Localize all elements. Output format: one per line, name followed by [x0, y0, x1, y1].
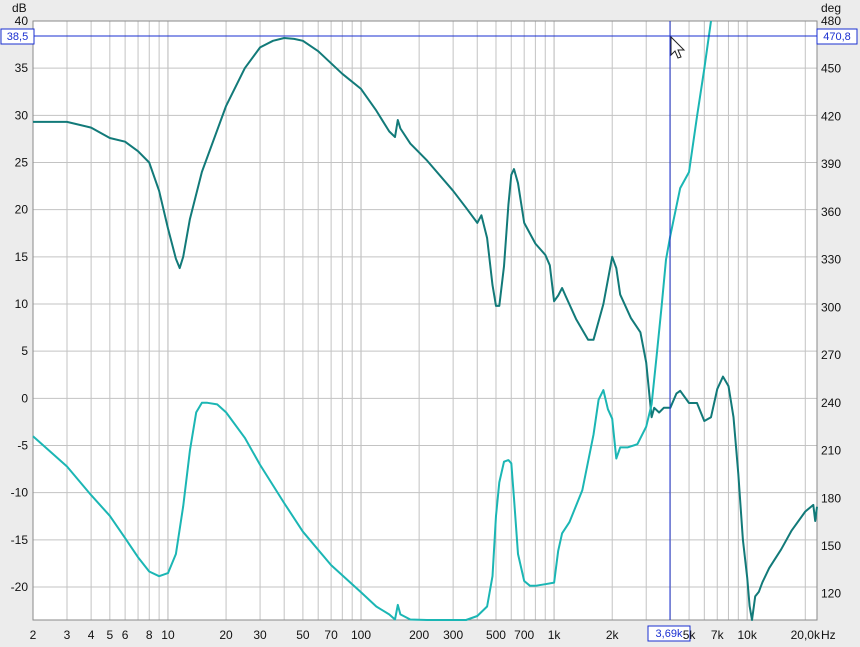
x-tick-label: 20,0k [791, 628, 821, 642]
y-left-tick-label: 35 [15, 61, 29, 75]
y-left-tick-label: 20 [15, 203, 29, 217]
y-left-tick-label: 30 [15, 108, 29, 122]
y-left-tick-label: -15 [11, 533, 29, 547]
y-right-tick-label: 300 [821, 300, 841, 314]
x-tick-label: 10k [737, 628, 757, 642]
x-tick-label: 20 [219, 628, 233, 642]
x-tick-label: 2k [606, 628, 620, 642]
x-tick-label: 7k [711, 628, 725, 642]
x-tick-label: 50 [296, 628, 310, 642]
y-right-tick-label: 450 [821, 62, 841, 76]
y-right-tick-label: 330 [821, 253, 841, 267]
x-tick-label: 200 [409, 628, 429, 642]
x-tick-label: 30 [253, 628, 267, 642]
x-tick-label: 100 [351, 628, 371, 642]
y-right-tick-label: 120 [821, 587, 841, 601]
x-tick-label: 3 [64, 628, 71, 642]
y-right-tick-label: 360 [821, 205, 841, 219]
y-right-tick-label: 150 [821, 539, 841, 553]
y-right-tick-label: 270 [821, 348, 841, 362]
cursor-left-readout: 38,5 [7, 31, 28, 43]
cursor-x-readout: 3,69k [656, 628, 683, 640]
y-left-tick-label: 10 [15, 297, 29, 311]
plot-area[interactable] [33, 21, 817, 620]
y-left-tick-label: 25 [15, 155, 29, 169]
y-left-tick-label: 15 [15, 250, 29, 264]
x-tick-label: 5 [106, 628, 113, 642]
y-right-tick-label: 420 [821, 109, 841, 123]
y-left-tick-label: 0 [21, 391, 28, 405]
x-tick-label: 2 [30, 628, 37, 642]
y-right-tick-label: 390 [821, 157, 841, 171]
frequency-response-chart[interactable]: 38,5 470,83,69k 4035302520151050-5-10-15-… [0, 0, 860, 647]
x-tick-label: 10 [161, 628, 175, 642]
y-left-tick-label: -5 [17, 438, 28, 452]
x-unit: Hz [821, 628, 836, 642]
x-tick-label: 8 [146, 628, 153, 642]
x-tick-label: 70 [324, 628, 338, 642]
x-tick-label: 300 [443, 628, 463, 642]
x-tick-label: 5k [683, 628, 697, 642]
y-right-tick-label: 180 [821, 491, 841, 505]
y-right-unit: deg [821, 1, 841, 15]
y-left-unit: dB [12, 1, 27, 15]
cursor-right-readout: 470,8 [823, 31, 851, 43]
y-left-tick-label: -20 [11, 580, 29, 594]
x-tick-label: 500 [486, 628, 506, 642]
y-left-tick-label: -10 [11, 486, 29, 500]
y-right-tick-label: 240 [821, 396, 841, 410]
x-tick-label: 4 [88, 628, 95, 642]
y-left-tick-label: 40 [15, 14, 29, 28]
x-tick-label: 6 [122, 628, 129, 642]
x-tick-label: 700 [514, 628, 534, 642]
y-right-tick-label: 480 [821, 14, 841, 28]
x-tick-label: 1k [548, 628, 562, 642]
y-right-tick-label: 210 [821, 444, 841, 458]
y-left-tick-label: 5 [21, 344, 28, 358]
